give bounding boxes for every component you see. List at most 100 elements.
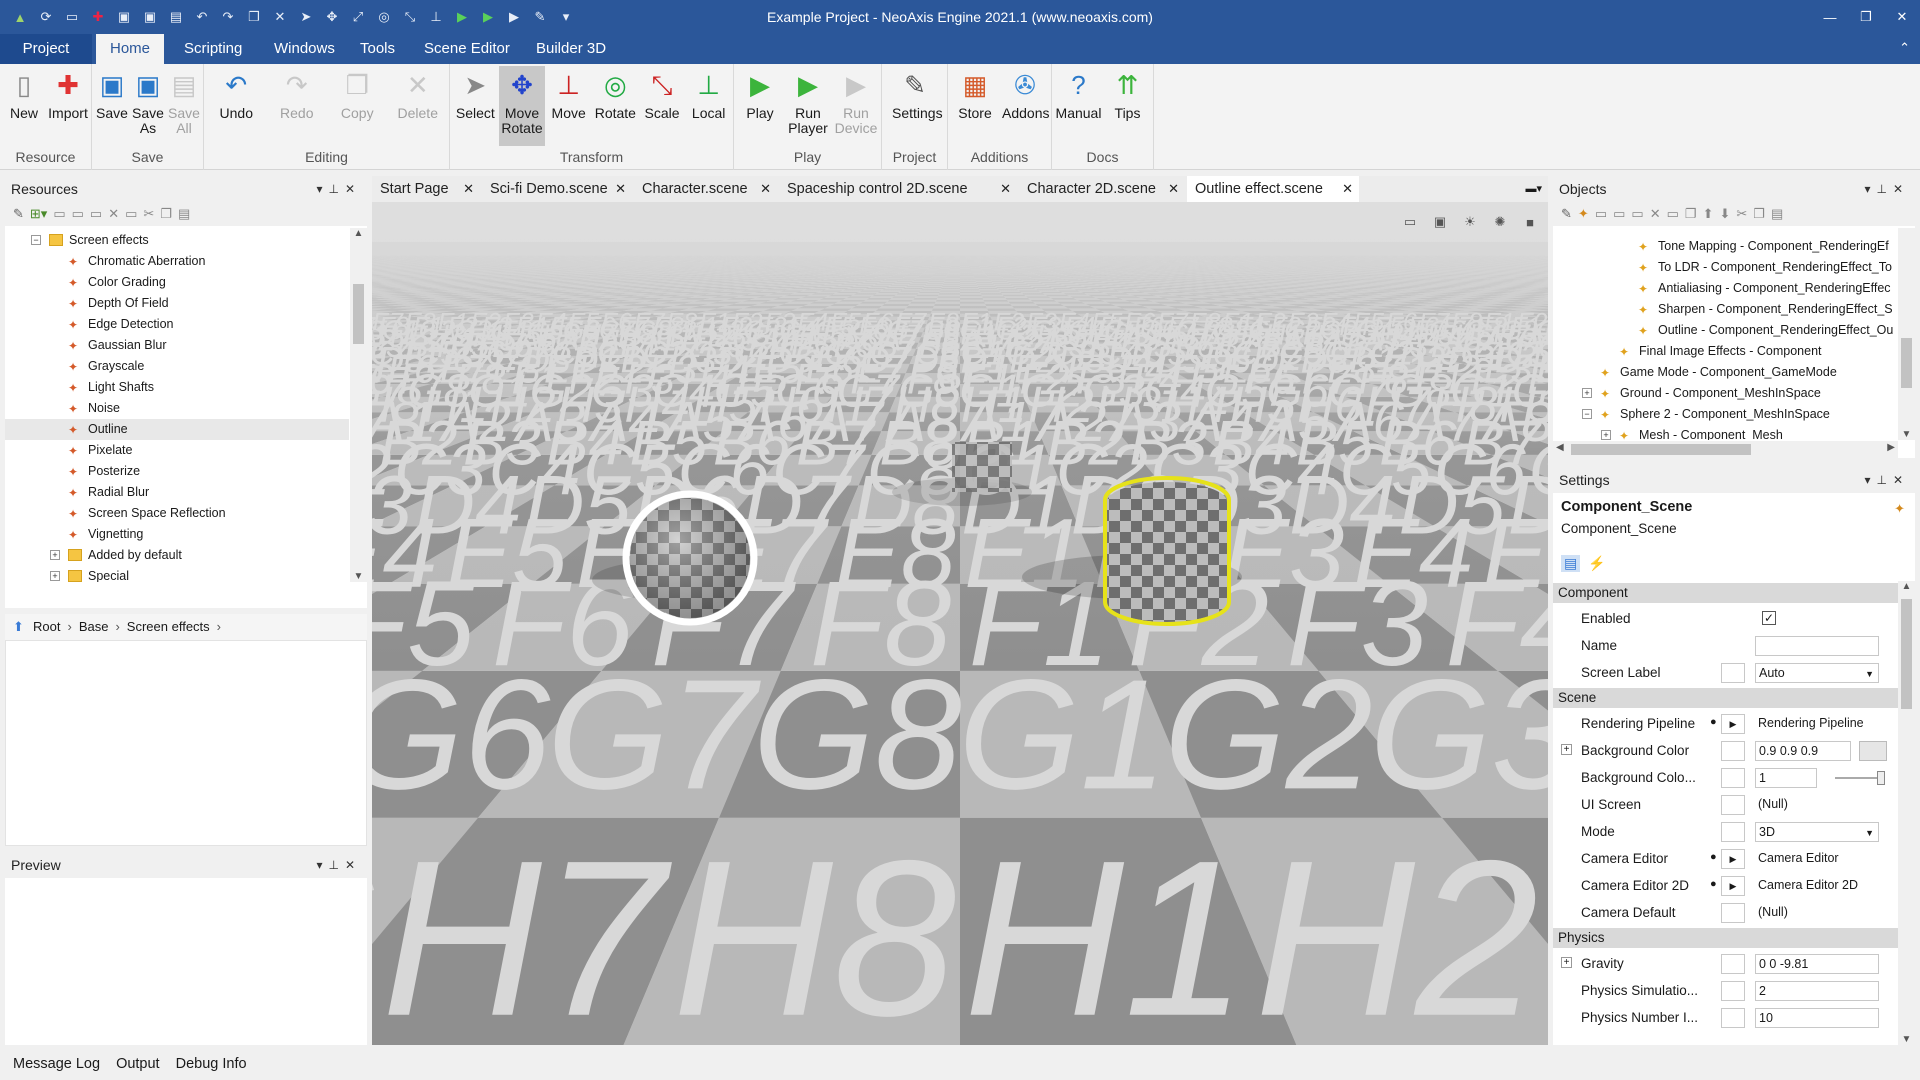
close-tab-icon[interactable]: ✕ bbox=[1342, 176, 1353, 202]
rotate-button[interactable]: ◎ Rotate bbox=[592, 66, 638, 121]
panel-menu-icon[interactable]: ▾ bbox=[316, 182, 328, 196]
restore-icon[interactable]: ❐ bbox=[1848, 0, 1884, 34]
tree-item[interactable]: ✦ Grayscale bbox=[5, 356, 349, 377]
tree-item[interactable]: ✦ Light Shafts bbox=[5, 377, 349, 398]
doc-tab-spaceship-control-2d-scene[interactable]: Spaceship control 2D.scene ✕ bbox=[779, 176, 1017, 202]
tab-scene-editor[interactable]: Scene Editor bbox=[410, 34, 524, 64]
minimize-icon[interactable]: — bbox=[1812, 0, 1848, 34]
tree-item[interactable]: ✦ Vignetting bbox=[5, 524, 349, 545]
doc-tab-character-2d-scene[interactable]: Character 2D.scene ✕ bbox=[1019, 176, 1185, 202]
panel-menu-icon[interactable]: ▾ bbox=[316, 858, 328, 872]
move-button[interactable]: ⊥ Move bbox=[546, 66, 592, 121]
open-icon[interactable]: ▭ bbox=[53, 206, 65, 222]
copy-button[interactable]: ❐ Copy bbox=[334, 66, 380, 121]
copy-icon[interactable]: ❐ bbox=[160, 206, 172, 222]
close-tab-icon[interactable]: ✕ bbox=[1000, 176, 1011, 202]
doc-tab-outline-effect-scene[interactable]: Outline effect.scene ✕ bbox=[1187, 176, 1359, 202]
doc-tab-start-page[interactable]: Start Page ✕ bbox=[372, 176, 480, 202]
edit-icon[interactable]: ▭ bbox=[72, 206, 84, 222]
settings-tools-icon[interactable]: ✎ bbox=[13, 206, 24, 222]
tree-item[interactable]: − Screen effects bbox=[5, 230, 349, 251]
expand-icon[interactable]: + bbox=[50, 550, 60, 560]
scroll-thumb[interactable] bbox=[353, 284, 364, 344]
tree-item[interactable]: ✦ Outline bbox=[5, 419, 349, 440]
paste-icon[interactable]: ▤ bbox=[178, 206, 190, 222]
tree-item[interactable]: ✦ Edge Detection bbox=[5, 314, 349, 335]
tab-home[interactable]: Home bbox=[96, 34, 165, 64]
expand-icon[interactable]: + bbox=[50, 571, 60, 581]
close-tab-icon[interactable]: ✕ bbox=[615, 176, 626, 202]
tab-project[interactable]: Project bbox=[0, 34, 92, 64]
delete-button[interactable]: ✕ Delete bbox=[395, 66, 441, 121]
doc-tab-character-scene[interactable]: Character.scene ✕ bbox=[634, 176, 777, 202]
tab-scripting[interactable]: Scripting bbox=[170, 34, 256, 64]
tree-item[interactable]: ✦ Pixelate bbox=[5, 440, 349, 461]
ribbon-button-label: Redo bbox=[280, 105, 314, 121]
resources-toolbar: ✎ ⊞▾ ▭ ▭ ▭ ✕ ▭ ✂ ❐ ▤ bbox=[5, 202, 367, 226]
up-arrow-icon[interactable]: ⬆ bbox=[13, 614, 24, 640]
doc-tab-sci-fi-demo-scene[interactable]: Sci-fi Demo.scene ✕ bbox=[482, 176, 632, 202]
tree-item-label: Radial Blur bbox=[88, 485, 150, 499]
rename-icon[interactable]: ▭ bbox=[125, 206, 137, 222]
tree-item[interactable]: ✦ Radial Blur bbox=[5, 482, 349, 503]
resources-scrollbar[interactable]: ▲ ▼ bbox=[350, 228, 367, 582]
tree-item[interactable]: ✦ Chromatic Aberration bbox=[5, 251, 349, 272]
tab-tools[interactable]: Tools bbox=[346, 34, 409, 64]
breadcrumb-item[interactable]: Root bbox=[33, 619, 60, 634]
tab-builder-3d[interactable]: Builder 3D bbox=[522, 34, 620, 64]
scene-render[interactable]: H3H4H5H6H7H8H1H2H3H4H5H6H7G2G3G4G5G6G7G8… bbox=[372, 202, 1548, 1045]
tree-item[interactable]: + Special bbox=[5, 566, 349, 582]
store-button[interactable]: ▦ Store bbox=[952, 66, 998, 121]
cut-icon[interactable]: ✂ bbox=[143, 206, 154, 222]
play-button[interactable]: ▶ Play bbox=[737, 66, 783, 121]
close-tab-icon[interactable]: ✕ bbox=[1168, 176, 1179, 202]
run-player-button[interactable]: ▶ Run Player bbox=[785, 66, 831, 136]
ribbon-button-label: Local bbox=[691, 105, 726, 121]
move-rotate-button[interactable]: ✥ Move Rotate bbox=[499, 66, 545, 146]
ribbon-button-label: New bbox=[9, 105, 38, 121]
redo-button[interactable]: ↷ Redo bbox=[274, 66, 320, 121]
scroll-up-icon[interactable]: ▲ bbox=[350, 228, 367, 239]
tab-windows[interactable]: Windows bbox=[260, 34, 349, 64]
tree-item[interactable]: ✦ Posterize bbox=[5, 461, 349, 482]
breadcrumb-item[interactable]: Base bbox=[79, 619, 109, 634]
settings-button[interactable]: ✎ Settings bbox=[892, 66, 943, 121]
undo-button[interactable]: ↶ Undo bbox=[213, 66, 259, 121]
pin-icon[interactable]: ⊥ bbox=[328, 858, 344, 872]
breadcrumb-item[interactable]: Screen effects bbox=[127, 619, 210, 634]
tree-item[interactable]: ✦ Depth Of Field bbox=[5, 293, 349, 314]
import-button[interactable]: ✚ Import bbox=[45, 66, 91, 121]
tips-button[interactable]: ⇈ Tips bbox=[1105, 66, 1151, 121]
new-folder-icon[interactable]: ▭ bbox=[90, 206, 102, 222]
tree-item[interactable]: ✦ Screen Space Reflection bbox=[5, 503, 349, 524]
local-button[interactable]: ⊥ Local bbox=[686, 66, 732, 121]
close-icon[interactable]: ✕ bbox=[345, 182, 361, 196]
close-tab-icon[interactable]: ✕ bbox=[760, 176, 771, 202]
close-icon[interactable]: ✕ bbox=[345, 858, 361, 872]
tree-item[interactable]: ✦ Gaussian Blur bbox=[5, 335, 349, 356]
preview-header: Preview ▾⊥✕ bbox=[5, 852, 367, 878]
run-device-button[interactable]: ▶ Run Device bbox=[833, 66, 879, 136]
resources-content-area[interactable] bbox=[5, 640, 367, 846]
pin-icon[interactable]: ⊥ bbox=[328, 182, 344, 196]
save-all-button[interactable]: ▤ Save All bbox=[161, 66, 207, 136]
collapse-ribbon-icon[interactable]: ⌃ bbox=[1899, 40, 1910, 56]
manual-button[interactable]: ? Manual bbox=[1056, 66, 1102, 121]
add-resource-icon[interactable]: ⊞▾ bbox=[30, 206, 47, 222]
new-button[interactable]: ▯ New bbox=[1, 66, 47, 121]
collapse-icon[interactable]: − bbox=[31, 235, 41, 245]
scene-viewport[interactable]: H3H4H5H6H7H8H1H2H3H4H5H6H7G2G3G4G5G6G7G8… bbox=[372, 202, 1548, 1045]
addons-button[interactable]: ✇ Addons bbox=[1002, 66, 1049, 121]
scale-button[interactable]: ⤡ Scale bbox=[639, 66, 685, 121]
close-icon[interactable]: ✕ bbox=[1884, 0, 1920, 34]
ribbon-button-label: Select bbox=[455, 105, 495, 121]
scroll-down-icon[interactable]: ▼ bbox=[350, 571, 367, 582]
ribbon-button-label: Manual bbox=[1055, 105, 1102, 121]
tabs-overflow-icon[interactable]: ▬▾ bbox=[1525, 176, 1542, 202]
tree-item[interactable]: + Added by default bbox=[5, 545, 349, 566]
tree-item[interactable]: ✦ Noise bbox=[5, 398, 349, 419]
select-button[interactable]: ➤ Select bbox=[452, 66, 498, 121]
delete-icon[interactable]: ✕ bbox=[108, 206, 119, 222]
tree-item[interactable]: ✦ Color Grading bbox=[5, 272, 349, 293]
close-tab-icon[interactable]: ✕ bbox=[463, 176, 474, 202]
